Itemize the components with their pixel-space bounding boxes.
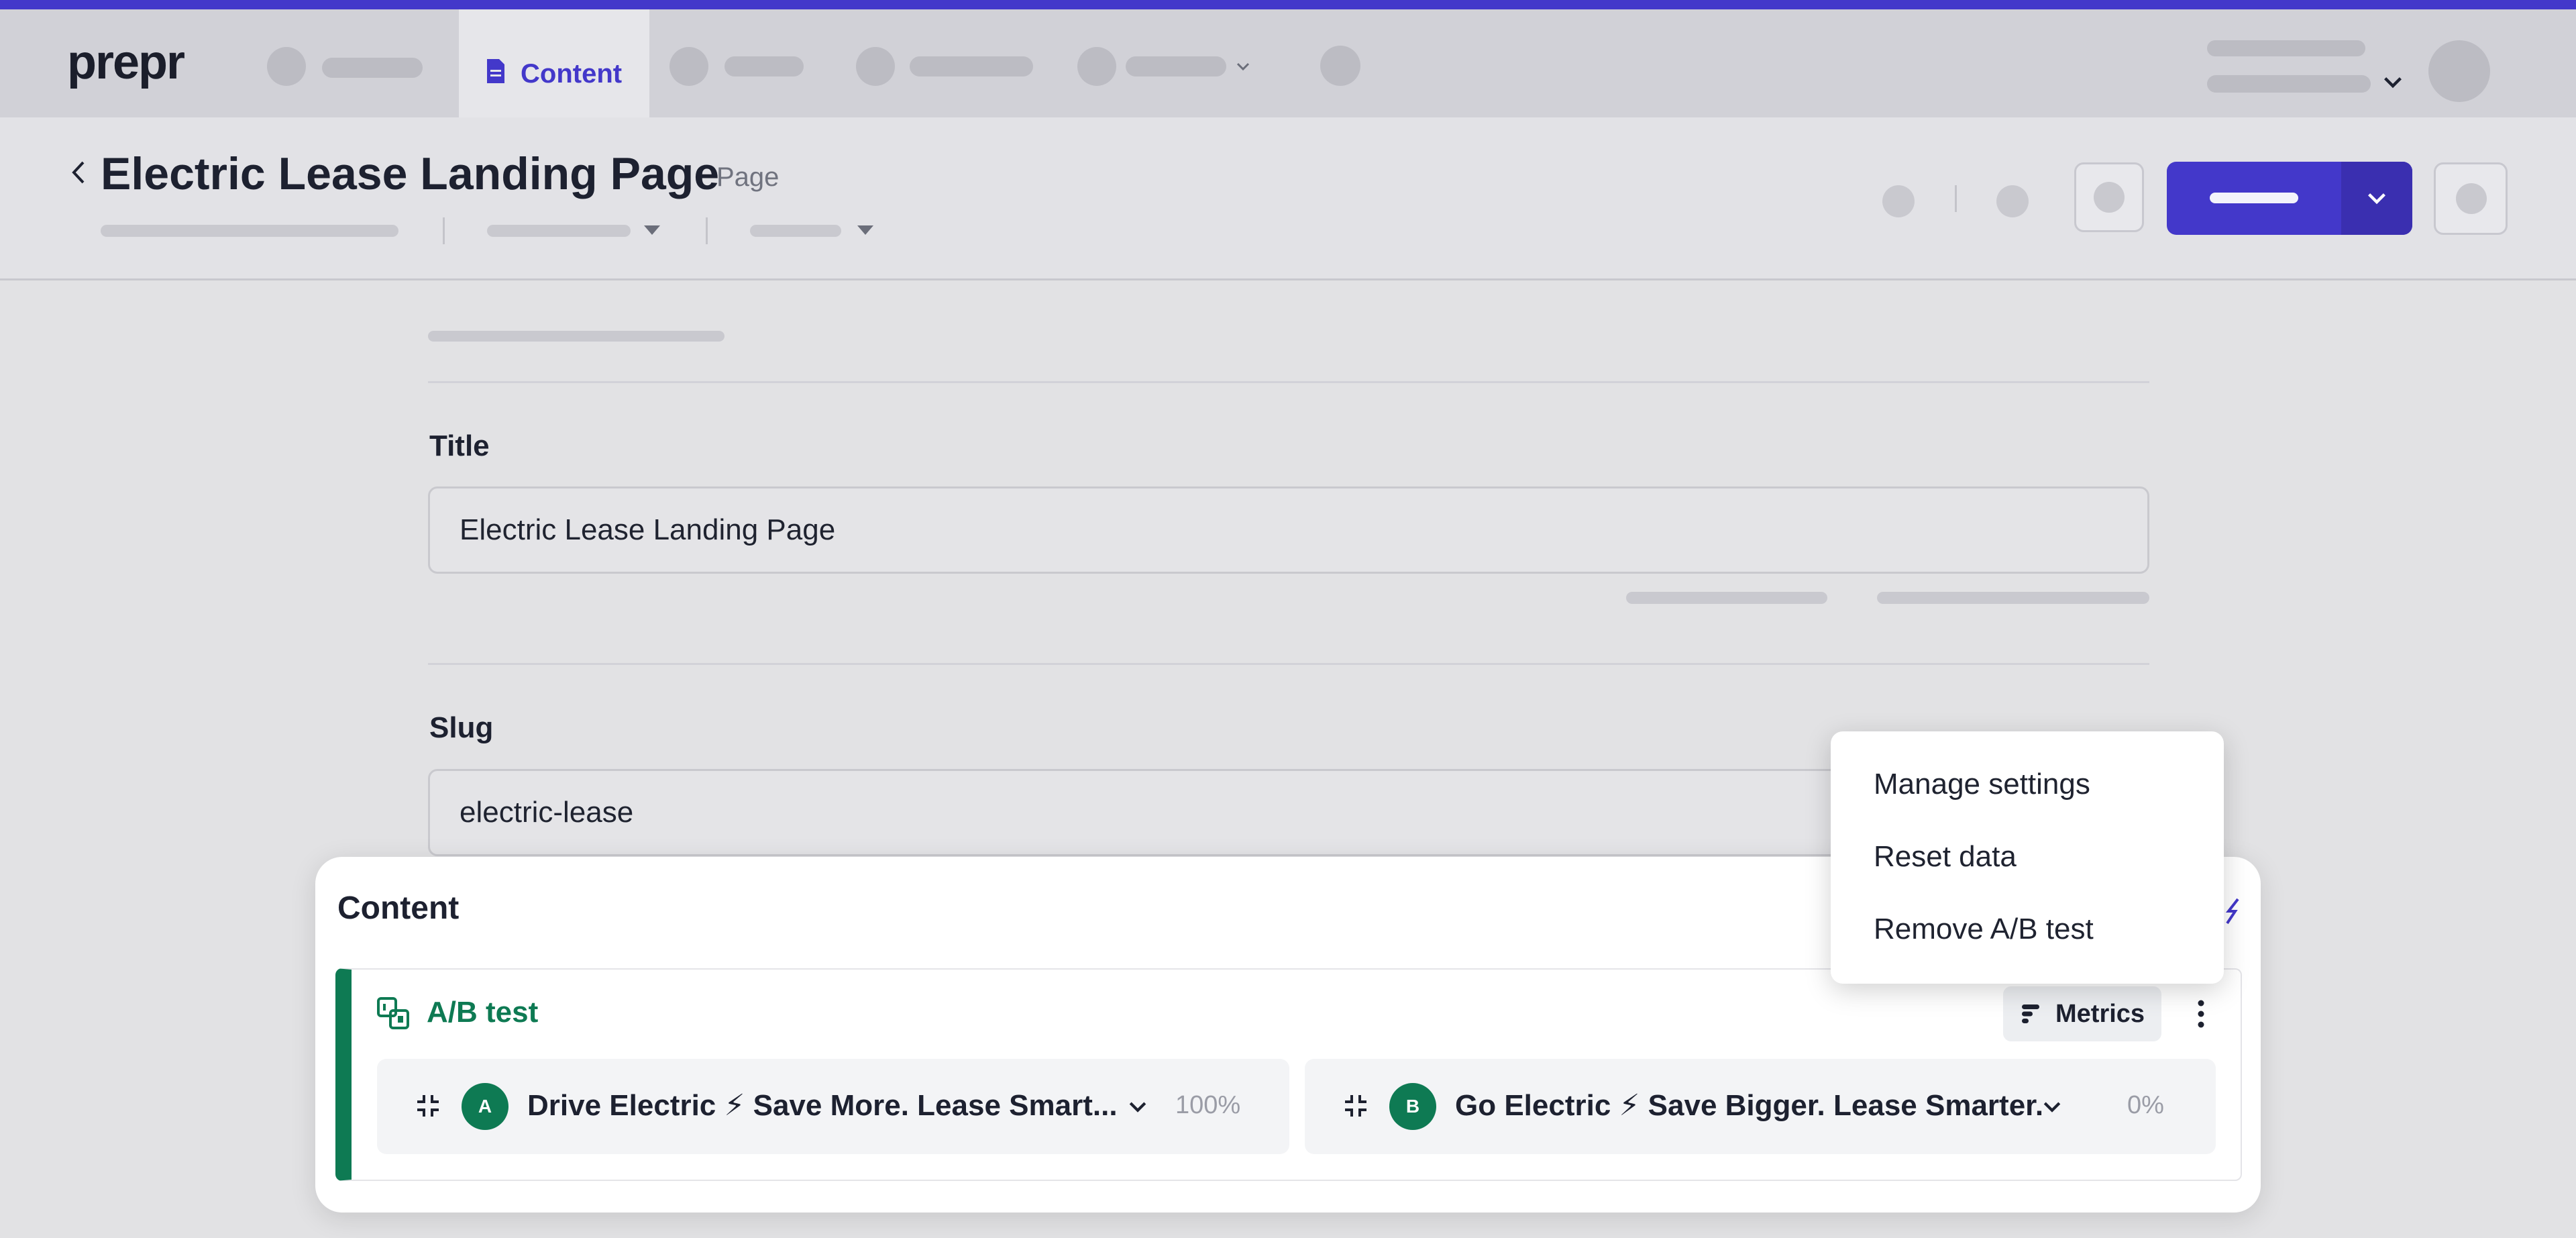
menu-item-reset-data[interactable]: Reset data — [1874, 840, 2017, 874]
chevron-down-icon — [2368, 193, 2385, 205]
header-meta-divider — [706, 217, 708, 244]
header-meta-1 — [101, 225, 398, 237]
action-icon-2[interactable] — [1996, 185, 2029, 217]
nav-item-3-icon[interactable] — [669, 47, 708, 86]
header-meta-3[interactable] — [750, 225, 841, 237]
title-field-label: Title — [429, 429, 490, 462]
action-square-icon-2 — [2456, 183, 2487, 214]
metrics-icon — [2022, 1004, 2039, 1023]
ab-test-label: A/B test — [427, 996, 539, 1029]
header-meta-2[interactable] — [487, 225, 631, 237]
publish-button-label — [2210, 193, 2298, 203]
tab-content[interactable]: Content — [459, 9, 649, 117]
variant-badge: B — [1389, 1083, 1436, 1130]
action-square-icon-1 — [2094, 182, 2125, 213]
chevron-down-icon[interactable] — [1126, 1095, 1150, 1119]
section-divider — [428, 381, 2149, 383]
app-logo[interactable]: prepr — [67, 35, 185, 90]
chevron-down-icon[interactable] — [2040, 1095, 2064, 1119]
publish-options-button[interactable] — [2341, 162, 2412, 235]
variant-card-b[interactable]: B Go Electric ⚡ Save Bigger. Lease Smart… — [1305, 1059, 2216, 1154]
publish-button[interactable] — [2167, 162, 2412, 235]
page-type-label: Page — [716, 162, 780, 192]
action-square-button-1[interactable] — [2074, 162, 2144, 232]
title-field-hint-2 — [1877, 592, 2149, 604]
section-heading-placeholder — [428, 331, 724, 342]
title-input[interactable]: Electric Lease Landing Page — [428, 486, 2149, 574]
caret-down-icon[interactable] — [856, 223, 875, 238]
variant-title: Drive Electric ⚡ Save More. Lease Smart.… — [527, 1089, 1118, 1122]
menu-item-remove-ab-test[interactable]: Remove A/B test — [1874, 913, 2094, 946]
top-accent-bar — [0, 0, 2576, 9]
caret-down-icon[interactable] — [643, 223, 661, 238]
variant-card-a[interactable]: A Drive Electric ⚡ Save More. Lease Smar… — [377, 1059, 1289, 1154]
slug-field-label: Slug — [429, 711, 494, 744]
nav-item-5-label[interactable] — [1126, 56, 1226, 76]
back-chevron-icon[interactable] — [64, 156, 91, 189]
title-field-hint-1 — [1626, 592, 1827, 604]
workspace-name[interactable] — [2207, 40, 2365, 56]
ab-test-icon — [377, 997, 409, 1029]
nav-item-6-icon[interactable] — [1320, 46, 1360, 86]
variant-title: Go Electric ⚡ Save Bigger. Lease Smarter… — [1455, 1089, 2044, 1122]
variant-badge: A — [462, 1083, 508, 1130]
avatar[interactable] — [2428, 40, 2490, 102]
ab-test-options-menu: Manage settings Reset data Remove A/B te… — [1831, 731, 2224, 984]
collapse-icon[interactable] — [415, 1092, 441, 1119]
action-icon-1[interactable] — [1882, 185, 1915, 217]
kebab-menu-icon[interactable] — [2191, 997, 2211, 1031]
tab-content-label: Content — [521, 59, 623, 89]
variant-percentage: 100% — [1175, 1091, 1241, 1119]
page-title: Electric Lease Landing Page — [101, 148, 720, 199]
menu-item-manage-settings[interactable]: Manage settings — [1874, 768, 2090, 801]
header-meta-divider — [443, 217, 445, 244]
variant-percentage: 0% — [2127, 1091, 2164, 1119]
ai-assist-icon[interactable] — [2220, 896, 2245, 926]
nav-item-1-icon[interactable] — [267, 47, 306, 86]
chevron-down-icon[interactable] — [2380, 70, 2406, 95]
nav-item-1-label[interactable] — [322, 58, 423, 78]
actions-divider — [1955, 185, 1957, 212]
nav-item-3-label[interactable] — [724, 56, 804, 76]
action-square-button-2[interactable] — [2434, 162, 2508, 235]
metrics-button-label: Metrics — [2055, 1000, 2145, 1028]
section-divider — [428, 663, 2149, 665]
nav-item-5-icon[interactable] — [1077, 47, 1116, 86]
nav-item-4-label[interactable] — [910, 56, 1033, 76]
content-heading: Content — [337, 890, 460, 926]
chevron-down-icon[interactable] — [1233, 56, 1253, 76]
nav-item-4-icon[interactable] — [856, 47, 895, 86]
environment-name[interactable] — [2207, 75, 2371, 93]
collapse-icon[interactable] — [1342, 1092, 1369, 1119]
document-icon — [487, 59, 504, 83]
metrics-button[interactable]: Metrics — [2003, 986, 2161, 1041]
